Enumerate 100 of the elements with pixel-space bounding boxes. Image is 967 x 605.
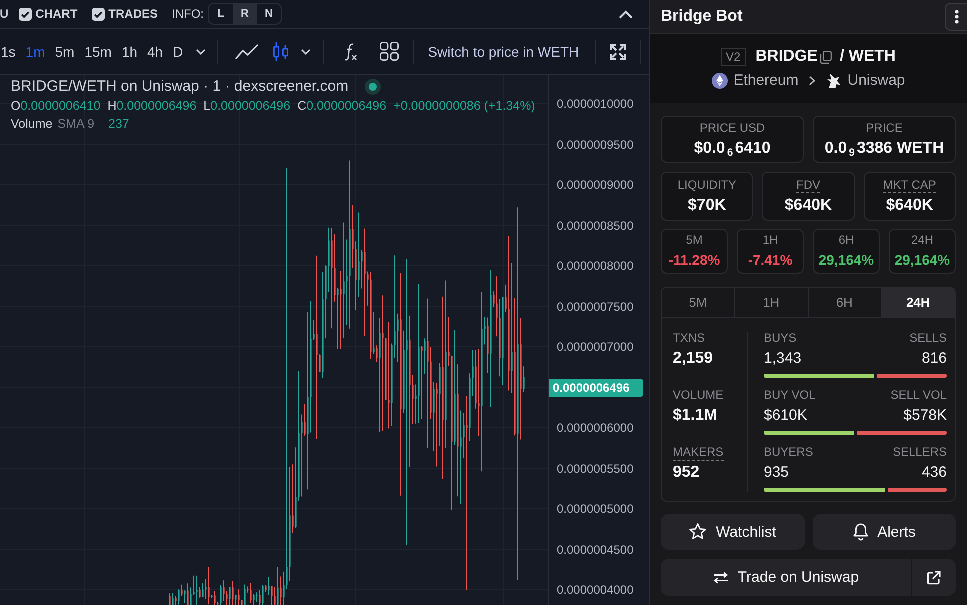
change-card[interactable]: 6H 29,164% <box>813 229 880 274</box>
checkbox-label[interactable]: TRADES <box>108 7 158 21</box>
chain-name[interactable]: Ethereum <box>734 72 799 89</box>
interval-button[interactable]: D <box>168 44 188 60</box>
price-axis-label: 0.0000006000 <box>556 420 635 436</box>
checkbox-label[interactable]: CHART <box>36 7 78 21</box>
buy-value: 935 <box>764 463 790 483</box>
segment-button[interactable]: L <box>209 4 234 24</box>
trade-button[interactable]: Trade on Uniswap <box>661 559 911 596</box>
version-badge: V2 <box>721 48 746 66</box>
formula-icon[interactable] <box>344 42 358 60</box>
toolbar-label: U <box>0 7 9 21</box>
sell-value: 436 <box>922 463 947 483</box>
ohlc-value: 0.0000006496 <box>210 99 291 113</box>
ohlc-label: O <box>11 99 21 113</box>
alerts-button[interactable]: Alerts <box>812 514 956 550</box>
interval-button[interactable]: 5m <box>50 44 80 60</box>
period-label: 24H <box>911 233 934 248</box>
stat-value: 0.0$_{9}$3386 WETH <box>824 139 944 158</box>
price-axis-label: 0.0000004500 <box>556 542 635 558</box>
external-link-icon <box>927 570 941 584</box>
fullscreen-icon[interactable] <box>610 44 626 60</box>
period-tab[interactable]: 24H <box>882 288 955 317</box>
change-card[interactable]: 5M -11.28% <box>661 229 728 274</box>
change-card[interactable]: 24H 29,164% <box>889 229 956 274</box>
change-card[interactable]: 1H -7.41% <box>737 229 804 274</box>
indicator-params: SMA 9 <box>58 117 95 131</box>
price-axis-label: 0.0000005000 <box>556 501 635 517</box>
price-axis-label: 0.0000009500 <box>556 136 635 152</box>
interval-button[interactable]: 1h <box>116 44 143 60</box>
chevron-right-icon <box>808 76 816 86</box>
buy-label: BUY VOL <box>764 387 816 404</box>
info-label: INFO: <box>172 7 204 21</box>
dex-name[interactable]: Uniswap <box>848 72 906 89</box>
stat-value: 952 <box>673 463 700 483</box>
interval-button[interactable]: 1s <box>0 44 21 60</box>
sell-label: SELLERS <box>892 444 947 461</box>
ohlc-label: L <box>204 99 211 113</box>
copy-icon[interactable] <box>820 50 832 64</box>
change-value: -7.41% <box>748 251 793 270</box>
watchlist-button[interactable]: Watchlist <box>661 514 804 550</box>
period-label: 5M <box>686 233 703 248</box>
buy-value: $610K <box>764 406 808 426</box>
buy-label: BUYERS <box>764 444 814 461</box>
price-axis-label: 0.0000004000 <box>556 582 635 598</box>
change-value: 29,164% <box>894 251 950 270</box>
logo-icon <box>826 72 842 88</box>
ohlc-label: C <box>298 99 307 113</box>
base-token: BRIDGE <box>756 48 818 66</box>
period-tab[interactable]: 5M <box>662 288 736 317</box>
stat-label: LIQUIDITY <box>678 178 736 193</box>
stat-value: $640K <box>784 196 832 215</box>
caret-down-icon[interactable] <box>301 48 312 54</box>
interval-button[interactable]: 1m <box>20 44 50 60</box>
stat-label: FDV <box>796 178 820 193</box>
price-switch-button[interactable]: Switch to price in WETH <box>424 44 584 60</box>
segment-button[interactable]: R <box>233 4 258 24</box>
sell-value: 816 <box>922 349 947 369</box>
price-axis-label: 0.0000008000 <box>556 258 635 274</box>
change-value: 29,164% <box>818 251 874 270</box>
price-change: +0.0000000086 (+1.34%) <box>394 99 536 113</box>
last-price-tag: 0.0000006496 <box>549 378 643 396</box>
interval-button[interactable]: 15m <box>80 44 117 60</box>
segment-button[interactable]: N <box>257 4 282 24</box>
grid-icon[interactable] <box>380 42 400 61</box>
price-axis-label: 0.0000010000 <box>556 96 635 112</box>
more-button[interactable] <box>945 2 967 30</box>
stat-label: PRICE <box>866 121 903 136</box>
sell-label: SELLS <box>910 330 947 347</box>
interval-button[interactable]: 4h <box>142 44 168 60</box>
chart-title: BRIDGE/WETH on Uniswap · 1 · dexscreener.com <box>11 78 349 95</box>
stat-value: $1.1M <box>673 406 718 426</box>
buy-value: 1,343 <box>764 349 802 369</box>
indicator-name: Volume <box>11 117 53 131</box>
price-axis-label: 0.0000009000 <box>556 177 635 193</box>
panel-title: Bridge Bot <box>661 8 743 26</box>
stat-label: MAKERS <box>673 444 724 461</box>
stat-value: 2,159 <box>673 349 714 369</box>
ohlc-label: H <box>108 99 117 113</box>
kebab-icon <box>954 10 958 24</box>
external-link-button[interactable] <box>912 559 956 596</box>
sell-value: $578K <box>904 406 947 426</box>
candlestick-icon[interactable] <box>273 42 290 62</box>
star-icon <box>689 523 708 541</box>
chevron-up-icon[interactable] <box>619 10 633 18</box>
ohlc-value: 0.0000006496 <box>306 99 387 113</box>
ohlc-value: 0.0000006410 <box>20 99 101 113</box>
price-axis-label: 0.0000007500 <box>556 298 635 314</box>
indicator-value: 237 <box>108 117 130 131</box>
stat-label: VOLUME <box>673 387 724 404</box>
quote-token: / WETH <box>840 48 896 66</box>
line-chart-icon[interactable] <box>235 44 260 60</box>
status-dot-icon <box>364 78 381 94</box>
bell-icon <box>852 523 869 541</box>
checkbox[interactable] <box>18 8 32 20</box>
price-axis-label: 0.0000005500 <box>556 460 635 476</box>
checkbox[interactable] <box>92 8 105 20</box>
stat-label: PRICE USD <box>700 121 766 136</box>
buy-label: BUYS <box>764 330 797 347</box>
caret-down-icon[interactable] <box>196 48 206 54</box>
